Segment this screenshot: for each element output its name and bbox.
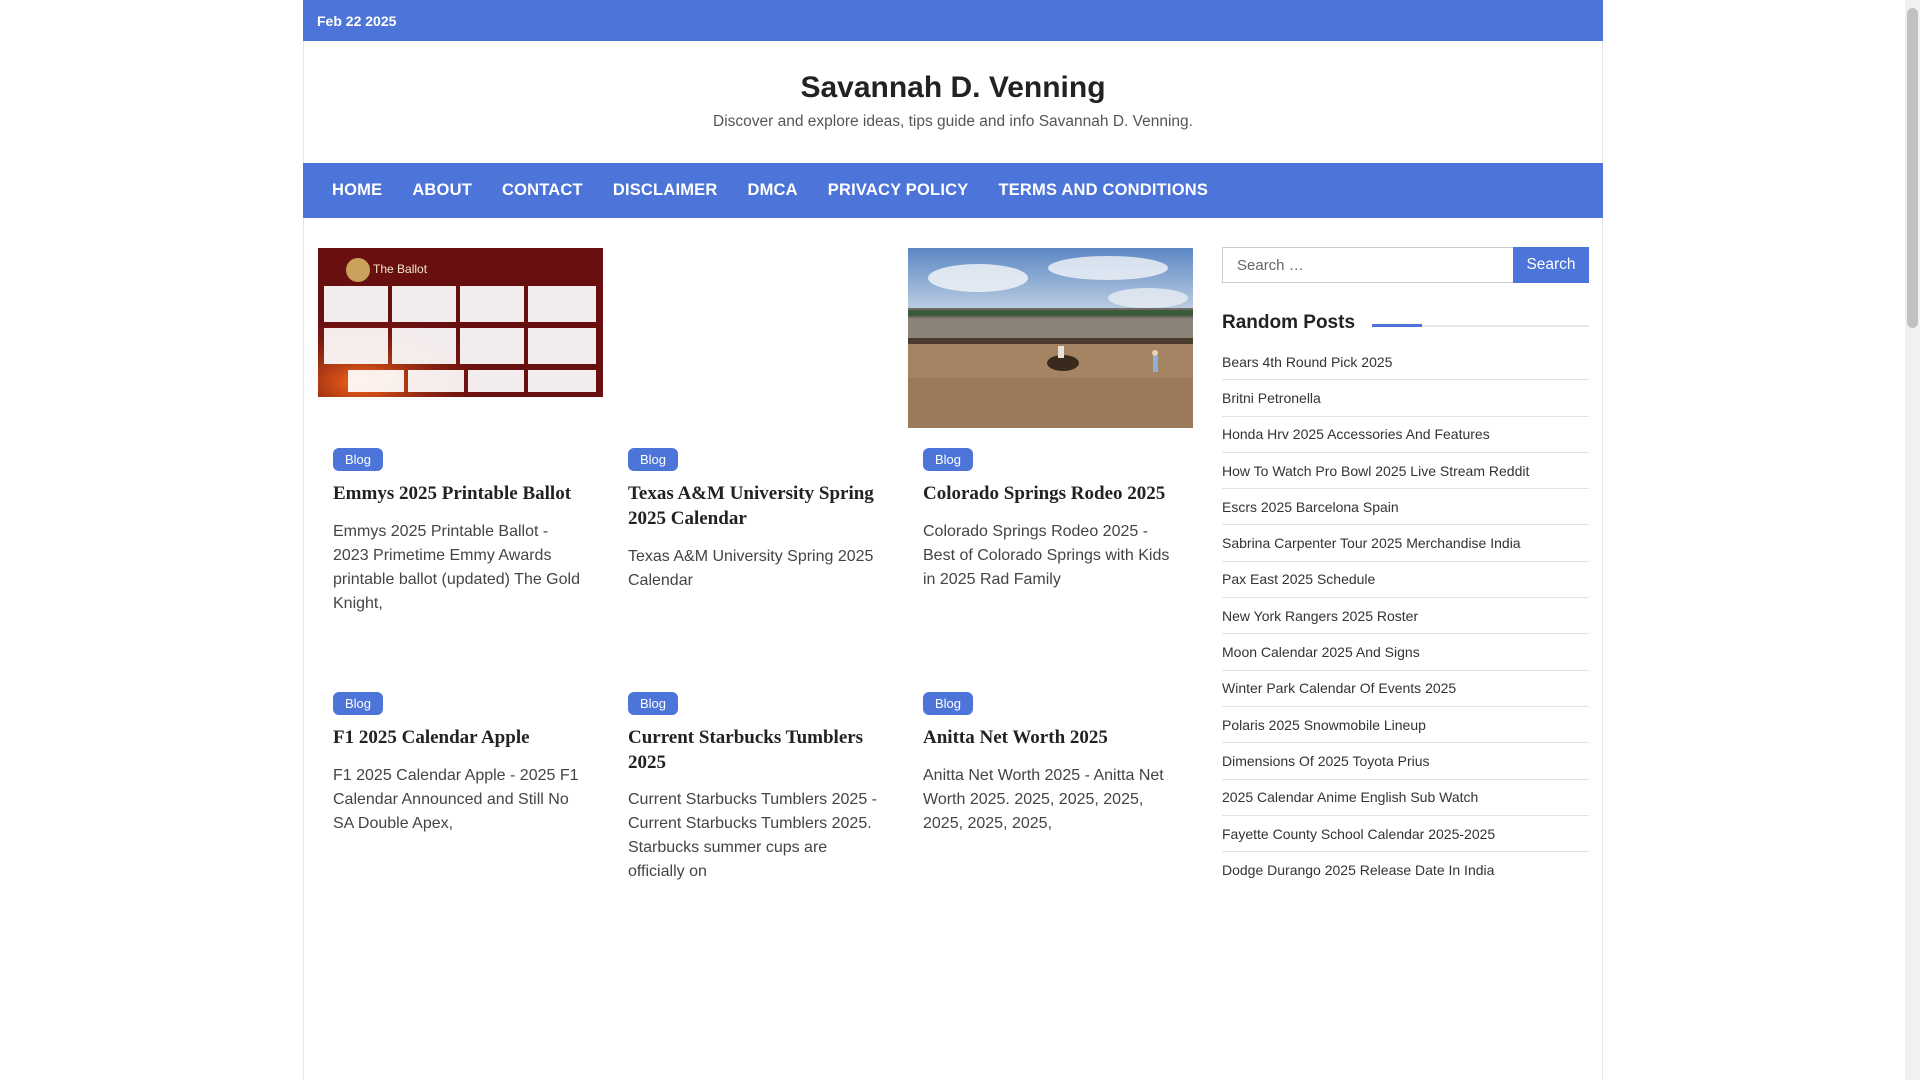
list-item: Dimensions Of 2025 Toyota Prius <box>1222 743 1589 780</box>
random-post-link[interactable]: Winter Park Calendar Of Events 2025 <box>1222 680 1456 696</box>
list-item: New York Rangers 2025 Roster <box>1222 598 1589 635</box>
post-title[interactable]: F1 2025 Calendar Apple <box>333 725 593 750</box>
nav-home[interactable]: HOME <box>332 181 382 200</box>
random-post-link[interactable]: Pax East 2025 Schedule <box>1222 571 1375 587</box>
scrollbar-thumb[interactable] <box>1907 8 1918 328</box>
search-input[interactable] <box>1222 247 1513 283</box>
nav-contact[interactable]: CONTACT <box>502 181 583 200</box>
random-post-link[interactable]: Fayette County School Calendar 2025-2025 <box>1222 826 1495 842</box>
post-card: The Ballot Blog Emmys 2025 Printable Bal… <box>318 248 603 648</box>
post-card: Blog Current Starbucks Tumblers 2025 Cur… <box>613 692 898 1072</box>
random-post-link[interactable]: New York Rangers 2025 Roster <box>1222 608 1418 624</box>
search-button[interactable]: Search <box>1513 247 1589 283</box>
list-item: 2025 Calendar Anime English Sub Watch <box>1222 780 1589 816</box>
post-card: Blog Colorado Springs Rodeo 2025 Colorad… <box>908 248 1193 648</box>
list-item: Winter Park Calendar Of Events 2025 <box>1222 671 1589 707</box>
post-excerpt: Emmys 2025 Printable Ballot - 2023 Prime… <box>333 523 580 612</box>
main-content: The Ballot Blog Emmys 2025 Printable Bal… <box>303 218 1603 1080</box>
search-form: Search <box>1222 247 1589 283</box>
page-scrollbar[interactable] <box>1905 0 1920 1080</box>
random-post-link[interactable]: Polaris 2025 Snowmobile Lineup <box>1222 717 1426 733</box>
random-post-link[interactable]: Escrs 2025 Barcelona Spain <box>1222 499 1399 515</box>
category-badge[interactable]: Blog <box>333 692 384 715</box>
widget-title: Random Posts <box>1222 312 1374 334</box>
random-post-link[interactable]: Britni Petronella <box>1222 390 1321 406</box>
nav-terms-and-conditions[interactable]: TERMS AND CONDITIONS <box>998 181 1208 200</box>
random-post-link[interactable]: How To Watch Pro Bowl 2025 Live Stream R… <box>1222 463 1529 479</box>
nav-about[interactable]: ABOUT <box>412 181 472 200</box>
list-item: Escrs 2025 Barcelona Spain <box>1222 489 1589 526</box>
post-excerpt: Anitta Net Worth 2025 - Anitta Net Worth… <box>923 767 1164 832</box>
category-badge[interactable]: Blog <box>333 448 384 471</box>
category-badge[interactable]: Blog <box>923 692 974 715</box>
post-title[interactable]: Emmys 2025 Printable Ballot <box>333 481 593 506</box>
post-title[interactable]: Texas A&M University Spring 2025 Calenda… <box>628 481 888 531</box>
rodeo-arena-image <box>908 248 1193 428</box>
nav-privacy-policy[interactable]: PRIVACY POLICY <box>828 181 969 200</box>
list-item: Polaris 2025 Snowmobile Lineup <box>1222 707 1589 744</box>
list-item: Honda Hrv 2025 Accessories And Features <box>1222 417 1589 453</box>
site-description: Discover and explore ideas, tips guide a… <box>713 113 1193 130</box>
post-card: Blog Anitta Net Worth 2025 Anitta Net Wo… <box>908 692 1193 1072</box>
list-item: Fayette County School Calendar 2025-2025 <box>1222 816 1589 853</box>
random-post-link[interactable]: Honda Hrv 2025 Accessories And Features <box>1222 426 1490 442</box>
random-post-link[interactable]: 2025 Calendar Anime English Sub Watch <box>1222 789 1478 805</box>
nav-disclaimer[interactable]: DISCLAIMER <box>613 181 718 200</box>
post-thumbnail[interactable]: The Ballot <box>318 248 603 397</box>
list-item: How To Watch Pro Bowl 2025 Live Stream R… <box>1222 453 1589 490</box>
main-nav: HOME ABOUT CONTACT DISCLAIMER DMCA PRIVA… <box>303 163 1603 218</box>
site-header: Savannah D. Venning Discover and explore… <box>303 41 1603 163</box>
list-item: Moon Calendar 2025 And Signs <box>1222 634 1589 671</box>
top-bar: Feb 22 2025 <box>303 0 1603 41</box>
list-item: Sabrina Carpenter Tour 2025 Merchandise … <box>1222 525 1589 562</box>
ballot-heading-text: The Ballot <box>373 262 428 276</box>
random-posts-list: Bears 4th Round Pick 2025 Britni Petrone… <box>1222 344 1589 888</box>
post-excerpt: Colorado Springs Rodeo 2025 - Best of Co… <box>923 523 1170 588</box>
post-title[interactable]: Colorado Springs Rodeo 2025 <box>923 481 1183 506</box>
post-excerpt: F1 2025 Calendar Apple - 2025 F1 Calenda… <box>333 767 579 832</box>
category-badge[interactable]: Blog <box>923 448 974 471</box>
list-item: Bears 4th Round Pick 2025 <box>1222 344 1589 381</box>
widget-divider-accent <box>1372 324 1422 327</box>
random-posts-header: Random Posts <box>1222 312 1589 338</box>
random-post-link[interactable]: Sabrina Carpenter Tour 2025 Merchandise … <box>1222 535 1521 551</box>
category-badge[interactable]: Blog <box>628 448 679 471</box>
post-excerpt: Current Starbucks Tumblers 2025 - Curren… <box>628 791 877 880</box>
list-item: Britni Petronella <box>1222 380 1589 417</box>
post-card: Blog Texas A&M University Spring 2025 Ca… <box>613 248 898 648</box>
random-post-link[interactable]: Dodge Durango 2025 Release Date In India <box>1222 862 1494 878</box>
nav-dmca[interactable]: DMCA <box>748 181 798 200</box>
random-post-link[interactable]: Moon Calendar 2025 And Signs <box>1222 644 1420 660</box>
random-post-link[interactable]: Bears 4th Round Pick 2025 <box>1222 354 1392 370</box>
post-card: Blog F1 2025 Calendar Apple F1 2025 Cale… <box>318 692 603 1072</box>
post-thumbnail[interactable] <box>908 248 1193 428</box>
list-item: Pax East 2025 Schedule <box>1222 562 1589 599</box>
random-post-link[interactable]: Dimensions Of 2025 Toyota Prius <box>1222 753 1430 769</box>
post-title[interactable]: Current Starbucks Tumblers 2025 <box>628 725 888 775</box>
current-date: Feb 22 2025 <box>317 13 397 29</box>
site-title[interactable]: Savannah D. Venning <box>304 41 1602 105</box>
post-title[interactable]: Anitta Net Worth 2025 <box>923 725 1183 750</box>
page-wrapper: Feb 22 2025 Savannah D. Venning Discover… <box>303 0 1603 1080</box>
list-item: Dodge Durango 2025 Release Date In India <box>1222 852 1589 888</box>
emmy-ballot-image: The Ballot <box>318 248 603 397</box>
sidebar: Search Random Posts Bears 4th Round Pick… <box>1222 247 1589 888</box>
post-excerpt: Texas A&M University Spring 2025 Calenda… <box>628 548 874 589</box>
category-badge[interactable]: Blog <box>628 692 679 715</box>
